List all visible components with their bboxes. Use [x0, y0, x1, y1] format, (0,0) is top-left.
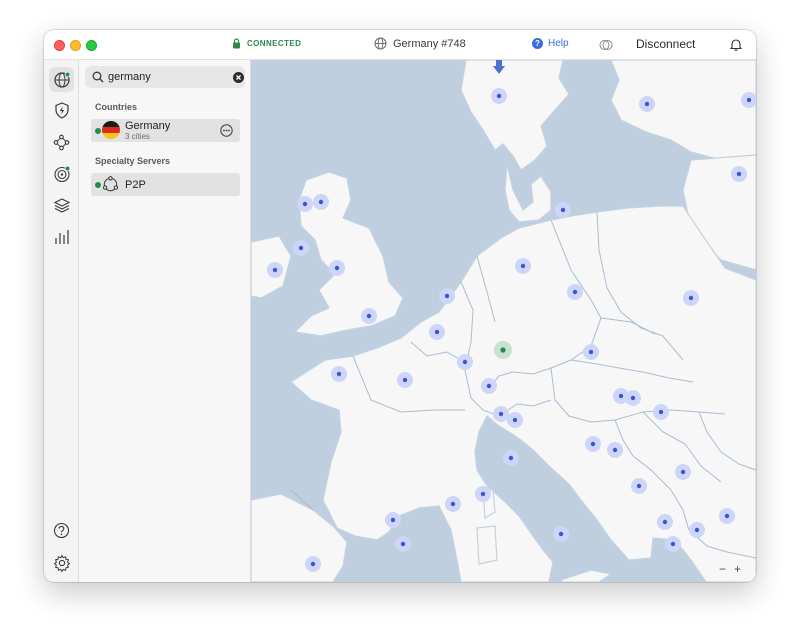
search-icon	[92, 71, 104, 83]
help-icon	[53, 522, 70, 539]
europe-map	[251, 60, 756, 582]
current-server: Germany #748	[374, 37, 466, 50]
specialty-servers-heading: Specialty Servers	[95, 156, 171, 166]
search-box	[85, 66, 245, 88]
nav-threat-protection[interactable]	[49, 98, 74, 123]
country-row-germany[interactable]: Germany 3 cities	[91, 119, 240, 142]
countries-heading: Countries	[95, 102, 138, 112]
specialty-name: P2P	[125, 179, 146, 191]
zoom-in-button[interactable]: +	[734, 562, 741, 576]
globe-icon	[53, 71, 70, 88]
p2p-icon	[102, 176, 119, 192]
help-label: Help	[548, 38, 569, 49]
pause-icon[interactable]	[599, 38, 613, 52]
nav-settings[interactable]	[49, 550, 74, 575]
settings-icon	[53, 553, 70, 572]
country-cities-count: 3 cities	[125, 132, 150, 141]
nav-specialty[interactable]	[49, 193, 74, 218]
search-panel: Countries Germany 3 cities Specialty Ser…	[79, 60, 251, 582]
country-name: Germany	[125, 120, 171, 132]
clear-search-icon[interactable]	[233, 71, 244, 83]
app-window: CONNECTED Germany #748 ? Help Disconnect	[44, 30, 756, 582]
nav-statistics[interactable]	[49, 224, 74, 249]
shield-bolt-icon	[54, 102, 69, 119]
target-icon	[53, 165, 70, 182]
help-button[interactable]: ? Help	[532, 38, 569, 49]
layers-icon	[53, 198, 70, 213]
help-icon: ?	[532, 38, 543, 49]
title-bar: CONNECTED Germany #748 ? Help Disconnect	[44, 30, 756, 60]
nav-dark-web-monitor[interactable]	[49, 161, 74, 186]
connection-status: CONNECTED	[232, 38, 301, 49]
connected-indicator	[95, 128, 101, 134]
zoom-controls: − +	[719, 562, 741, 576]
lock-icon	[233, 38, 240, 49]
maximize-window-button[interactable]	[86, 40, 97, 51]
nav-countries[interactable]	[49, 67, 74, 92]
disconnect-button[interactable]: Disconnect	[636, 37, 695, 51]
server-name: Germany #748	[393, 37, 466, 50]
server-map[interactable]	[251, 60, 756, 582]
nav-help[interactable]	[49, 518, 74, 543]
minimize-window-button[interactable]	[70, 40, 81, 51]
germany-flag-icon	[102, 121, 120, 139]
globe-icon	[374, 37, 387, 50]
meshnet-icon	[53, 134, 70, 151]
connection-status-text: CONNECTED	[247, 39, 302, 48]
connected-indicator	[95, 182, 101, 188]
bell-icon[interactable]	[730, 38, 742, 51]
more-options-icon[interactable]	[220, 124, 233, 137]
close-window-button[interactable]	[54, 40, 65, 51]
zoom-out-button[interactable]: −	[719, 562, 726, 576]
specialty-row-p2p[interactable]: P2P	[91, 173, 240, 196]
nav-meshnet[interactable]	[49, 130, 74, 155]
nav-rail	[44, 60, 79, 582]
stats-icon	[54, 229, 69, 244]
active-server-marker[interactable]	[494, 341, 512, 359]
search-input[interactable]	[108, 71, 220, 83]
land-masses	[251, 60, 756, 582]
